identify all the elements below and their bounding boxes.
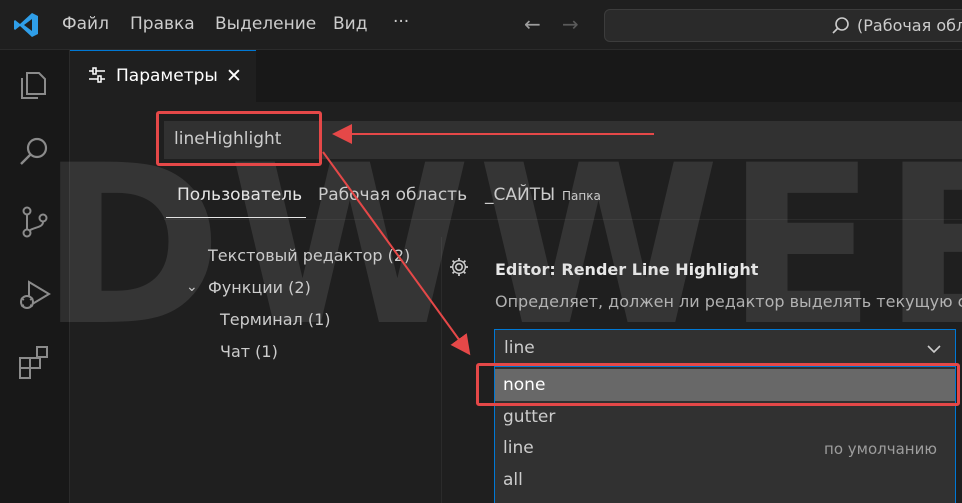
extensions-icon[interactable] (15, 342, 55, 382)
option-label: all (503, 470, 523, 490)
render-line-highlight-select[interactable]: line (494, 329, 956, 367)
tree-item-chat[interactable]: Чат (1) (220, 342, 278, 361)
close-icon[interactable]: ✕ (226, 65, 242, 87)
setting-description: Определяет, должен ли редактор выделять … (495, 292, 962, 311)
option-label: line (503, 438, 534, 458)
chevron-down-icon (927, 345, 941, 354)
run-debug-icon[interactable] (15, 274, 55, 314)
tree-item-features[interactable]: Функции (2) (208, 278, 311, 297)
setting-category: Editor: (495, 260, 562, 279)
option-all[interactable]: all (495, 464, 955, 496)
source-control-icon[interactable] (15, 202, 55, 242)
scope-tab-user[interactable]: Пользователь (177, 185, 302, 205)
annotation-box-search (156, 111, 322, 166)
gear-icon[interactable] (448, 256, 470, 278)
menu-file[interactable]: Файл (62, 14, 109, 34)
option-line[interactable]: line по умолчанию (495, 432, 955, 464)
tree-divider (441, 237, 442, 503)
tree-item-terminal[interactable]: Терминал (1) (220, 310, 330, 329)
scope-tab-folder[interactable]: _САЙТЫ (485, 185, 555, 205)
chevron-down-icon[interactable]: ⌄ (186, 279, 198, 295)
tree-item-text-editor[interactable]: Текстовый редактор (2) (208, 246, 410, 265)
menu-edit[interactable]: Правка (130, 14, 195, 34)
menu-selection[interactable]: Выделение (215, 14, 316, 34)
menu-more[interactable]: ··· (393, 12, 409, 32)
explorer-icon[interactable] (15, 64, 55, 104)
activity-bar (0, 50, 70, 503)
select-value: line (504, 338, 535, 358)
forward-arrow-icon[interactable]: → (562, 12, 579, 36)
back-arrow-icon[interactable]: ← (524, 12, 541, 36)
option-default-hint: по умолчанию (824, 440, 937, 458)
scope-divider (164, 219, 962, 220)
scope-folder-badge: Папка (562, 189, 601, 203)
command-center-text: (Рабочая обл (857, 16, 962, 35)
tab-settings[interactable]: Параметры ✕ (70, 50, 256, 102)
active-scope-indicator (166, 217, 306, 218)
settings-sliders-icon (89, 67, 105, 83)
command-center[interactable]: (Рабочая обл (604, 9, 962, 42)
setting-name: Render Line Highlight (561, 260, 759, 279)
vscode-logo-icon (14, 13, 38, 37)
option-label: gutter (503, 407, 556, 427)
setting-title: Editor: Render Line Highlight (495, 260, 758, 279)
search-view-icon[interactable] (15, 132, 55, 172)
scope-tab-workspace[interactable]: Рабочая область (318, 185, 467, 205)
annotation-box-option (476, 363, 960, 406)
tab-settings-label: Параметры (116, 66, 218, 86)
menu-view[interactable]: Вид (333, 14, 367, 34)
title-bar: Файл Правка Выделение Вид ··· ← → (Рабоч… (0, 0, 962, 50)
search-icon (832, 17, 849, 34)
editor-tab-bar: Параметры ✕ (70, 50, 962, 102)
